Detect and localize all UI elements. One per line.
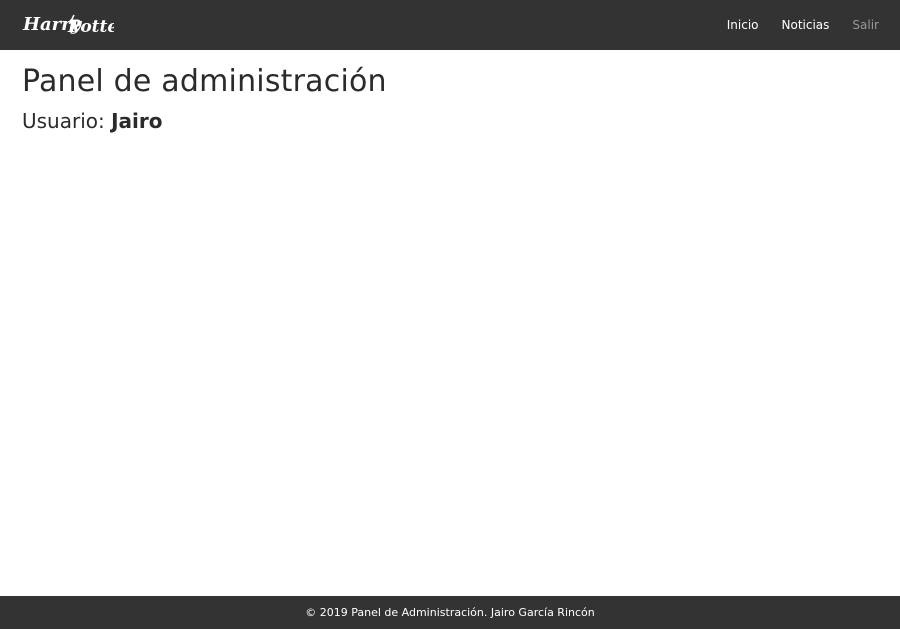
top-navbar: Harry Potter Harry Potter Inicio Noticia…: [0, 0, 900, 50]
user-name: Jairo: [111, 109, 163, 133]
user-line: Usuario: Jairo: [22, 108, 387, 134]
user-label: Usuario:: [22, 109, 105, 133]
nav-link-salir[interactable]: Salir: [852, 18, 879, 32]
main-nav: Inicio Noticias Salir: [727, 0, 879, 50]
harry-potter-logo-icon: Harry Potter: [22, 14, 114, 37]
footer-text: © 2019 Panel de Administración. Jairo Ga…: [305, 606, 595, 619]
harry-potter-logo[interactable]: Harry Potter Harry Potter: [22, 9, 114, 39]
main-content: Panel de administración Usuario: Jairo: [22, 62, 387, 134]
nav-link-inicio[interactable]: Inicio: [727, 18, 759, 32]
page-footer: © 2019 Panel de Administración. Jairo Ga…: [0, 596, 900, 629]
page-title: Panel de administración: [22, 64, 387, 99]
nav-link-noticias[interactable]: Noticias: [782, 18, 830, 32]
